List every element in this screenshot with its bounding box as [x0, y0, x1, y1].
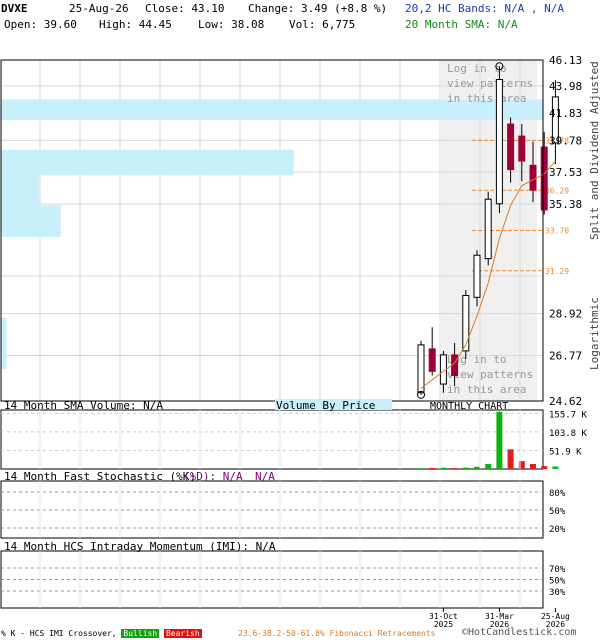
candlestick-chart: 39.78 36.29 33.70 31.29 Log in to view patter… [0, 54, 600, 629]
scale-label: Split and Dividend Adjusted [588, 61, 600, 240]
volume-bar [418, 468, 424, 469]
candle-body [495, 79, 503, 205]
candle-body [518, 135, 526, 162]
y-tick-label: 39.78 [549, 134, 582, 147]
bearish-badge: Bearish [163, 629, 202, 638]
pattern-watermark: view patterns [447, 368, 533, 381]
chart-title: MONTHLY CHART [430, 401, 508, 412]
scale-type-label: Logarithmic [588, 297, 600, 370]
candle-body [529, 164, 537, 191]
candle-body [484, 198, 492, 260]
imi-tick-label: 30% [549, 588, 566, 598]
footer-legend: % K - HCS IMI Crossover, Bullish Bearish [1, 629, 202, 638]
fibonacci-label: 31.29 [545, 267, 569, 276]
x-tick-label: 2025 [434, 620, 453, 629]
candle-body [462, 294, 470, 352]
volume-tick-label: 103.8 K [549, 429, 588, 439]
brand-watermark: ©HotCandlestick.com [462, 627, 577, 638]
stochastic-tick-label: 50% [549, 507, 566, 517]
candle-body [428, 348, 436, 372]
stochastic-tick-label: 80% [549, 489, 566, 499]
crossover-legend: % K - HCS IMI Crossover, [1, 629, 117, 638]
y-tick-label: 24.62 [549, 395, 582, 408]
volume-by-price-bar [1, 205, 61, 237]
volume-tick-label: 51.9 K [549, 447, 582, 457]
y-tick-label: 28.92 [549, 308, 582, 321]
volume-bar [451, 468, 458, 469]
bullish-badge: Bullish [121, 629, 160, 638]
stochastic-tick-label: 20% [549, 525, 566, 535]
stochastic-title: 14 Month Fast Stochastic (%K) [4, 470, 196, 483]
volume-bar [541, 466, 548, 469]
candle-body [507, 123, 515, 171]
volume-bar [507, 449, 514, 469]
volume-bar [530, 463, 536, 469]
pattern-watermark: in this area [447, 92, 526, 105]
candle-body [473, 254, 481, 298]
volume-bar [462, 467, 469, 469]
volume-bar [474, 466, 480, 469]
candle-body [417, 344, 425, 394]
volume-tick-label: 155.7 K [549, 410, 588, 420]
fibonacci-label: 36.29 [545, 186, 569, 195]
pattern-watermark: view patterns [447, 77, 533, 90]
volume-bar [496, 411, 503, 469]
fibonacci-label: 33.70 [545, 227, 569, 236]
pattern-watermark: in this area [447, 383, 526, 396]
volume-bar [485, 463, 492, 469]
volume-bar [429, 467, 436, 469]
imi-tick-label: 70% [549, 565, 566, 575]
volume-panel-frame [0, 409, 544, 470]
stochastic-d-label: (%D): N/A [183, 470, 243, 483]
volume-bar [440, 467, 447, 469]
y-tick-label: 43.98 [549, 80, 582, 93]
imi-title: 14 Month HCS Intraday Momentum (IMI): N/… [4, 540, 276, 553]
volume-bar [552, 466, 559, 469]
stochastic-na: N/A [255, 470, 275, 483]
y-tick-label: 26.77 [549, 350, 582, 363]
y-tick-label: 35.38 [549, 198, 582, 211]
volume-panel-title: 14 Month SMA Volume: N/A [4, 399, 163, 412]
imi-tick-label: 50% [549, 577, 566, 587]
y-tick-label: 46.13 [549, 54, 582, 67]
volume-by-price-bar [1, 317, 7, 370]
candle-body [540, 146, 548, 211]
volume-by-price-bar [1, 149, 294, 176]
y-tick-label: 41.83 [549, 107, 582, 120]
y-tick-label: 37.53 [549, 166, 582, 179]
fibonacci-note: 23.6-38.2-50-61.8% Fibonacci Retracement… [238, 629, 436, 638]
volume-by-price-bar [1, 175, 39, 206]
pattern-watermark: Log in to [447, 62, 507, 75]
